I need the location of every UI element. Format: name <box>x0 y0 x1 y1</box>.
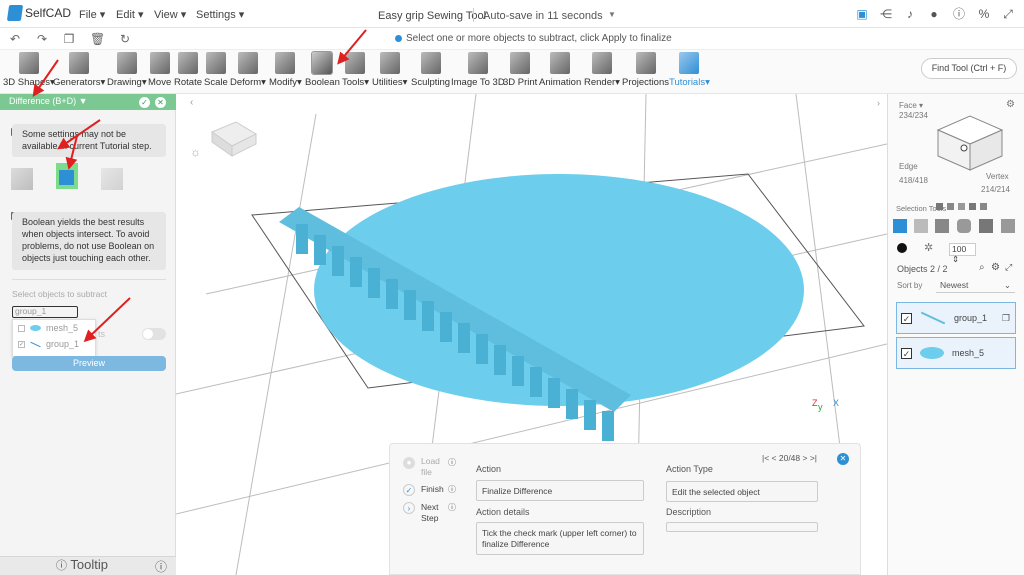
annotation-arrows <box>32 29 367 343</box>
arrow-icon <box>32 29 367 343</box>
